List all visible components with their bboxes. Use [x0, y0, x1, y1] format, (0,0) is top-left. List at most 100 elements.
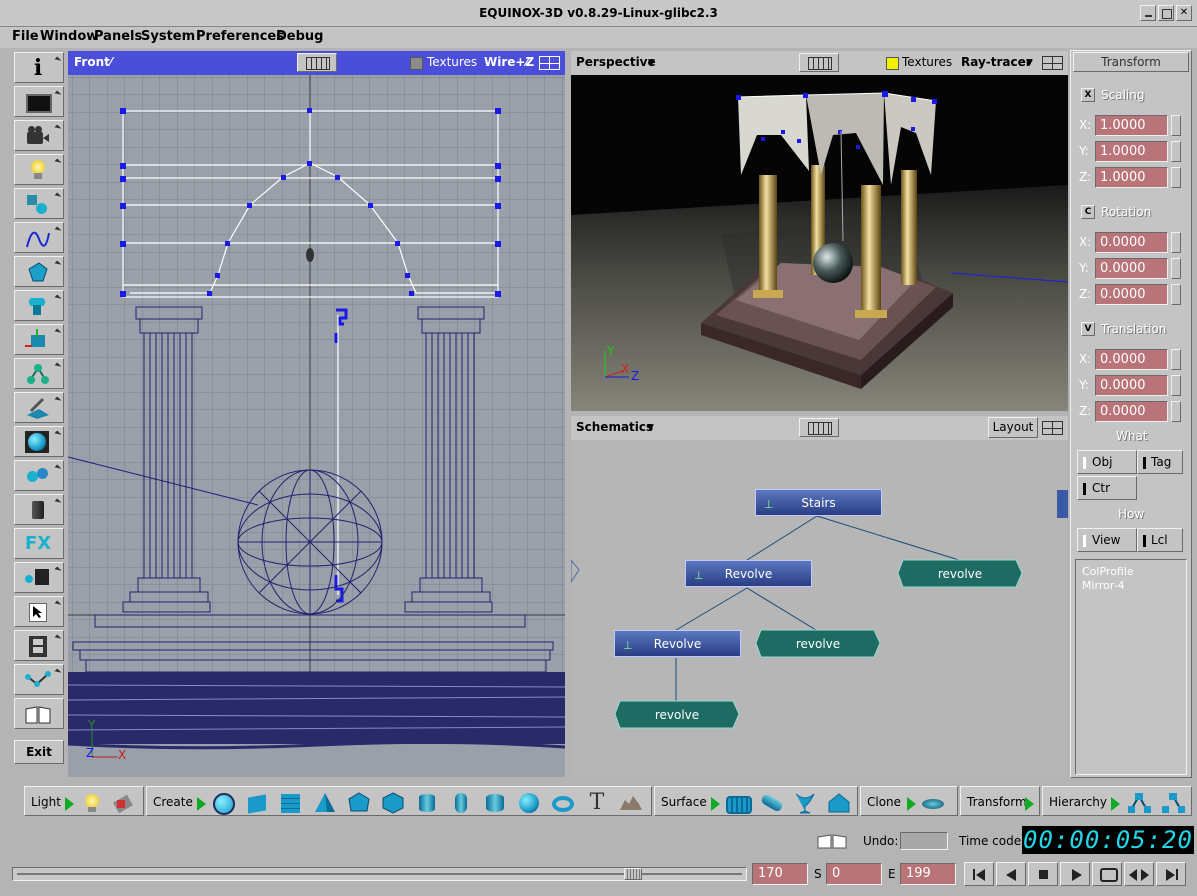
terrain-icon[interactable] — [619, 792, 643, 814]
book-icon[interactable] — [816, 833, 848, 849]
layout-button[interactable]: Layout — [988, 417, 1038, 438]
perspective-view-name[interactable]: Perspective — [576, 55, 656, 69]
scaling-toggle[interactable]: X — [1081, 88, 1095, 102]
expand-arrow-icon[interactable] — [1025, 797, 1034, 811]
light-bulb-icon[interactable] — [80, 792, 104, 814]
grid-plane-icon[interactable] — [279, 792, 303, 814]
fx-tool[interactable]: FX — [14, 528, 64, 559]
cylinder-icon[interactable] — [415, 792, 439, 814]
translation-toggle[interactable]: V — [1081, 322, 1095, 336]
delete-tool[interactable] — [14, 494, 64, 525]
sweep-icon[interactable] — [759, 792, 785, 814]
capsule-icon[interactable] — [449, 792, 473, 814]
sphere-tool[interactable] — [14, 426, 64, 457]
menu-debug[interactable]: Debug — [276, 29, 323, 44]
text-icon[interactable]: T — [585, 792, 609, 814]
menu-window[interactable]: Window — [40, 29, 98, 44]
spotlight-icon[interactable] — [111, 792, 135, 814]
sphere-icon[interactable] — [517, 792, 541, 814]
circle-icon[interactable] — [211, 792, 235, 815]
front-view-grid-button[interactable] — [297, 53, 337, 72]
timeline-slider-thumb[interactable] — [624, 868, 642, 880]
pyramid-icon[interactable] — [313, 792, 337, 814]
schematics-canvas[interactable]: ⊥ Stairs ⊥ Revolve ⊥ Revolve revolve revolv… — [571, 440, 1068, 777]
plane-icon[interactable] — [245, 792, 269, 814]
bones-tool[interactable] — [14, 460, 64, 491]
schematic-node-revolve-gen-3[interactable]: revolve — [614, 700, 740, 729]
film-tool[interactable] — [14, 630, 64, 661]
menu-file[interactable]: File — [12, 29, 39, 44]
schematic-node-revolve-1[interactable]: ⊥ Revolve — [685, 560, 812, 587]
how-view-button[interactable]: View — [1077, 528, 1137, 552]
loop-button[interactable] — [1092, 862, 1122, 886]
transform-list[interactable]: ColProfile Mirror-4 — [1075, 559, 1187, 775]
menu-system[interactable]: System — [141, 29, 195, 44]
extrude-tool[interactable] — [14, 290, 64, 321]
scaling-x-field[interactable]: 1.0000 — [1095, 115, 1168, 136]
expand-arrow-icon[interactable] — [197, 797, 206, 811]
polygon-tool[interactable] — [14, 256, 64, 287]
renderer-select[interactable]: Ray-tracer — [961, 55, 1032, 69]
schematics-grid-button[interactable] — [799, 418, 839, 437]
play-button[interactable] — [1060, 862, 1090, 886]
hierarchy-tool[interactable] — [14, 358, 64, 389]
exit-button[interactable]: Exit — [14, 740, 64, 764]
schematic-node-revolve-gen-2[interactable]: revolve — [755, 629, 881, 658]
translation-x-field[interactable]: 0.0000 — [1095, 349, 1168, 370]
rotation-x-field[interactable]: 0.0000 — [1095, 232, 1168, 253]
translation-y-field[interactable]: 0.0000 — [1095, 375, 1168, 396]
create-group-label[interactable]: Create — [153, 795, 193, 809]
scaling-z-spinner[interactable] — [1171, 167, 1181, 188]
perspective-grid-button[interactable] — [799, 53, 839, 72]
spline-tool[interactable] — [14, 222, 64, 253]
front-viewport[interactable]: Y Z X — [68, 75, 565, 777]
help-tool[interactable] — [14, 698, 64, 729]
what-tag-button[interactable]: Tag — [1137, 450, 1183, 474]
step-button[interactable] — [1124, 862, 1154, 886]
expand-arrow-icon[interactable] — [907, 797, 916, 811]
expand-arrow-icon[interactable] — [65, 797, 74, 811]
deform-tool[interactable] — [14, 392, 64, 423]
list-item[interactable]: Mirror-4 — [1082, 579, 1125, 592]
scaling-z-field[interactable]: 1.0000 — [1095, 167, 1168, 188]
how-lcl-button[interactable]: Lcl — [1137, 528, 1183, 552]
rotation-z-field[interactable]: 0.0000 — [1095, 284, 1168, 305]
minimize-button[interactable] — [1140, 5, 1156, 21]
scaling-x-spinner[interactable] — [1171, 115, 1181, 136]
start-frame-field[interactable]: 0 — [826, 863, 882, 885]
primitives-tool[interactable] — [14, 188, 64, 219]
translation-z-spinner[interactable] — [1171, 401, 1181, 422]
menu-preferences[interactable]: Preferences — [196, 29, 284, 44]
first-frame-button[interactable] — [964, 862, 994, 886]
perspective-textures-checkbox[interactable] — [886, 57, 899, 70]
last-frame-button[interactable] — [1156, 862, 1186, 886]
close-button[interactable]: ✕ — [1176, 5, 1192, 21]
info-tool[interactable]: i — [14, 52, 64, 83]
display-tool[interactable] — [14, 86, 64, 117]
scaling-y-spinner[interactable] — [1171, 141, 1181, 162]
rotation-y-spinner[interactable] — [1171, 258, 1181, 279]
clone-icon[interactable] — [921, 792, 945, 814]
schematic-node-revolve-gen-1[interactable]: revolve — [897, 559, 1023, 588]
translation-x-spinner[interactable] — [1171, 349, 1181, 370]
rotation-y-field[interactable]: 0.0000 — [1095, 258, 1168, 279]
tube-icon[interactable] — [483, 792, 507, 814]
expand-arrow-icon[interactable] — [1111, 797, 1120, 811]
perspective-viewport[interactable]: Y X Z — [571, 75, 1068, 411]
pointer-tool[interactable] — [14, 596, 64, 627]
rotation-toggle[interactable]: C — [1081, 205, 1095, 219]
torus-icon[interactable] — [551, 792, 575, 814]
extrude-surface-icon[interactable] — [827, 792, 851, 814]
what-ctr-button[interactable]: Ctr — [1077, 476, 1137, 500]
play-backward-button[interactable] — [996, 862, 1026, 886]
schematics-layout-icon[interactable] — [1042, 421, 1063, 435]
light-tool[interactable] — [14, 154, 64, 185]
icosahedron-icon[interactable] — [381, 792, 405, 814]
list-item[interactable]: ColProfile — [1082, 565, 1134, 578]
revolve-icon[interactable] — [793, 792, 817, 814]
front-textures-checkbox[interactable] — [410, 57, 423, 70]
stop-button[interactable] — [1028, 862, 1058, 886]
undo-field[interactable] — [900, 832, 948, 850]
front-layout-icon[interactable] — [539, 56, 560, 70]
unlink-icon[interactable] — [1161, 792, 1185, 814]
